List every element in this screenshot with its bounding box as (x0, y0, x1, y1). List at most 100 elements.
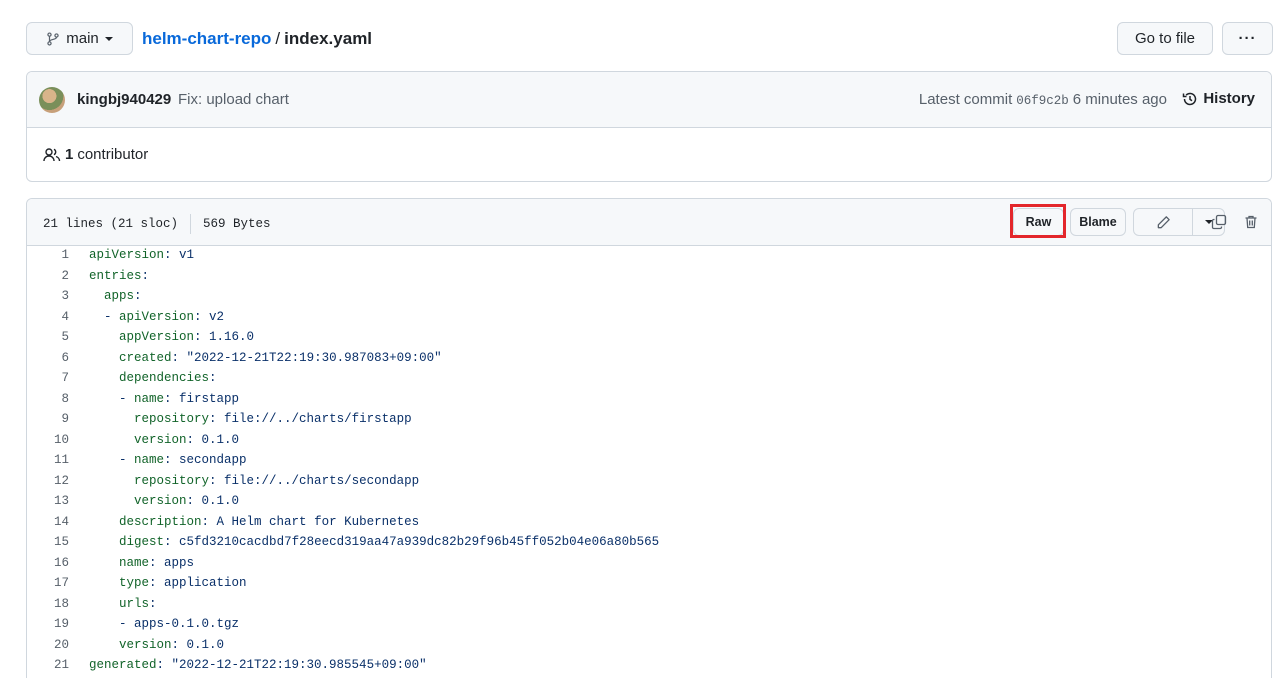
code-line: 17 type: application (27, 573, 1271, 594)
line-number[interactable]: 20 (27, 638, 69, 652)
git-branch-icon (47, 31, 59, 46)
code-text: version: 0.1.0 (134, 494, 240, 509)
history-link[interactable]: History (1182, 90, 1255, 107)
code-view: 1 apiVersion: v1 2 entries: 3 apps: 4 - apiVe… (27, 245, 1271, 676)
code-text: apps: (104, 289, 142, 304)
code-line: 7 dependencies: (27, 368, 1271, 389)
line-number[interactable]: 13 (27, 494, 69, 508)
code-line: 6 created: "2022-12-21T22:19:30.987083+0… (27, 348, 1271, 369)
branch-selector-button[interactable]: main (26, 22, 133, 55)
history-icon (1183, 92, 1197, 105)
pencil-icon (1157, 215, 1170, 228)
line-number[interactable]: 5 (27, 330, 69, 344)
code-line: 8 - name: firstapp (27, 389, 1271, 410)
latest-commit-label: Latest commit (918, 91, 1013, 108)
line-number[interactable]: 8 (27, 392, 69, 406)
line-number[interactable]: 10 (27, 433, 69, 447)
contributor-label: contributor (77, 146, 149, 163)
line-number[interactable]: 4 (27, 310, 69, 324)
line-number[interactable]: 7 (27, 371, 69, 385)
line-number[interactable]: 1 (27, 248, 69, 262)
avatar[interactable] (39, 87, 65, 113)
code-line: 11 - name: secondapp (27, 450, 1271, 471)
code-line: 9 repository: file://../charts/firstapp (27, 409, 1271, 430)
contributors-row: 1 contributor (27, 128, 1271, 181)
code-text: - name: secondapp (89, 453, 247, 468)
line-number[interactable]: 2 (27, 269, 69, 283)
code-line: 4 - apiVersion: v2 (27, 307, 1271, 328)
code-line: 14 description: A Helm chart for Kuberne… (27, 512, 1271, 533)
line-number[interactable]: 18 (27, 597, 69, 611)
line-number[interactable]: 9 (27, 412, 69, 426)
code-text: version: 0.1.0 (134, 432, 240, 447)
code-line: 5 appVersion: 1.16.0 (27, 327, 1271, 348)
code-line: 1 apiVersion: v1 (27, 245, 1271, 266)
latest-commit-row: kingbj940429 Fix: upload chart Latest co… (27, 72, 1271, 128)
meta-divider (190, 214, 192, 234)
copy-button[interactable] (1208, 211, 1230, 233)
delete-button[interactable] (1240, 211, 1262, 233)
code-text: digest: c5fd3210cacdbd7f28eecd319aa47a93… (119, 535, 660, 550)
line-number[interactable]: 17 (27, 576, 69, 590)
code-text: apiVersion: v1 (89, 248, 195, 263)
file-toolbar: 21 lines (21 sloc) 569 Bytes Raw Blame (27, 199, 1271, 246)
trash-icon (1245, 215, 1257, 229)
more-options-button[interactable]: ··· (1222, 22, 1273, 55)
file-size: 569 Bytes (203, 217, 271, 231)
code-text: appVersion: 1.16.0 (119, 330, 255, 345)
code-text: repository: file://../charts/firstapp (134, 412, 412, 427)
code-line: 13 version: 0.1.0 (27, 491, 1271, 512)
line-number[interactable]: 19 (27, 617, 69, 631)
line-number[interactable]: 15 (27, 535, 69, 549)
breadcrumb: helm-chart-repo / index.yaml (142, 28, 372, 50)
line-number[interactable]: 11 (27, 453, 69, 467)
code-line: 21 generated: "2022-12-21T22:19:30.985545… (27, 655, 1271, 676)
branch-name: main (66, 30, 99, 47)
breadcrumb-separator: / (275, 29, 281, 48)
code-text: - name: firstapp (89, 391, 240, 406)
code-text: dependencies: (119, 371, 217, 386)
code-line: 16 name: apps (27, 553, 1271, 574)
line-number[interactable]: 21 (27, 658, 69, 672)
code-line: 2 entries: (27, 266, 1271, 287)
line-number[interactable]: 16 (27, 556, 69, 570)
file-lines-info: 21 lines (21 sloc) (43, 217, 179, 231)
code-text: created: "2022-12-21T22:19:30.987083+09:… (119, 350, 442, 365)
code-text: urls: (119, 596, 157, 611)
code-line: 3 apps: (27, 286, 1271, 307)
latest-commit-info: Latest commit 06f9c2b 6 minutes ago (919, 91, 1167, 108)
commit-message[interactable]: Fix: upload chart (178, 91, 289, 108)
raw-button[interactable]: Raw (1013, 208, 1064, 236)
code-text: version: 0.1.0 (119, 637, 225, 652)
file-viewer: 21 lines (21 sloc) 569 Bytes Raw Blame 1… (26, 198, 1272, 678)
code-text: name: apps (119, 555, 195, 570)
line-number[interactable]: 6 (27, 351, 69, 365)
code-text: description: A Helm chart for Kubernetes (119, 514, 420, 529)
commit-panel: kingbj940429 Fix: upload chart Latest co… (26, 71, 1272, 182)
commit-author[interactable]: kingbj940429 (77, 91, 171, 108)
line-number[interactable]: 12 (27, 474, 69, 488)
edit-button[interactable] (1134, 209, 1193, 235)
contributor-count: 1 (65, 146, 74, 163)
go-to-file-button[interactable]: Go to file (1117, 22, 1213, 55)
contributors-info[interactable]: 1 contributor (43, 146, 148, 163)
code-line: 18 urls: (27, 594, 1271, 615)
history-label: History (1203, 90, 1255, 107)
blame-button[interactable]: Blame (1070, 208, 1126, 236)
commit-sha[interactable]: 06f9c2b (1016, 94, 1069, 108)
copy-icon (1211, 214, 1227, 230)
code-line: 19 - apps-0.1.0.tgz (27, 614, 1271, 635)
code-line: 12 repository: file://../charts/secondap… (27, 471, 1271, 492)
commit-time: 6 minutes ago (1072, 91, 1167, 108)
code-text: - apiVersion: v2 (89, 309, 225, 324)
code-text: type: application (119, 576, 247, 591)
file-name: index.yaml (284, 29, 373, 48)
line-number[interactable]: 14 (27, 515, 69, 529)
code-text: repository: file://../charts/secondapp (134, 473, 420, 488)
code-line: 15 digest: c5fd3210cacdbd7f28eecd319aa47… (27, 532, 1271, 553)
people-icon (43, 147, 61, 161)
code-line: 10 version: 0.1.0 (27, 430, 1271, 451)
line-number[interactable]: 3 (27, 289, 69, 303)
caret-down-icon (104, 36, 113, 41)
repo-link[interactable]: helm-chart-repo (142, 29, 271, 48)
